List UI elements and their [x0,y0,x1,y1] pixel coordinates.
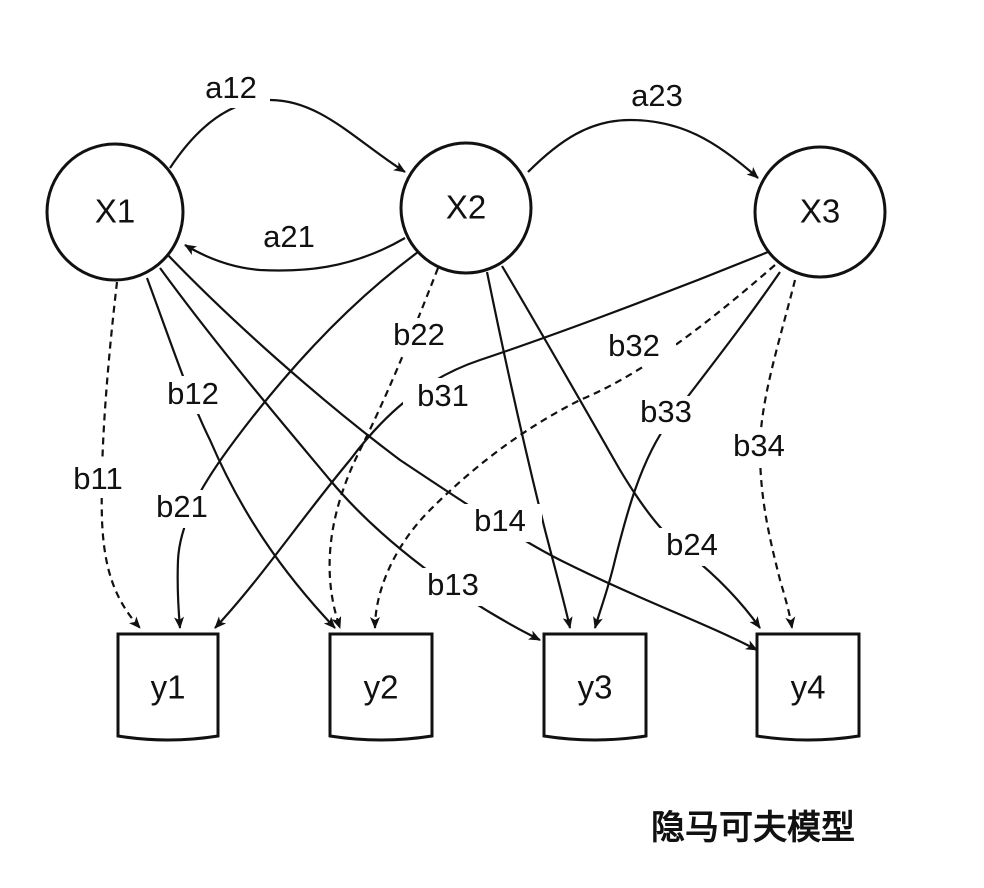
label-b34: b34 [733,428,785,463]
diagram-caption: 隐马可夫模型 [651,808,855,848]
node-x2-label: X2 [446,189,486,226]
label-b14: b14 [474,503,526,538]
edge-a12 [169,98,406,173]
node-x3: X3 [753,145,887,279]
node-y2: y2 [328,632,434,742]
label-b11: b11 [73,461,122,496]
label-a12: a12 [205,70,257,105]
label-b24: b24 [666,527,718,562]
edge-b11 [100,281,141,629]
node-x1: X1 [45,142,185,282]
node-x3-label: X3 [800,193,840,230]
node-y1-label: y1 [151,669,186,706]
label-a21: a21 [263,219,315,254]
node-y4-label: y4 [791,669,826,706]
node-y3: y3 [542,632,648,742]
node-y1: y1 [116,632,220,742]
edge-labels: a12 a21 a23 b11 b12 b13 b14 b21 b22 b24 … [60,70,801,606]
label-b22: b22 [393,317,445,352]
label-b31: b31 [417,378,469,413]
hmm-diagram: X1 X2 X3 y1 y2 y3 y4 a12 a21 a23 b11 b12 [45,70,887,742]
label-a23: a23 [631,78,683,113]
label-b32: b32 [608,328,660,363]
node-x2: X2 [399,141,533,275]
node-y4: y4 [755,632,861,742]
node-x1-label: X1 [95,193,135,230]
edge-a23 [527,118,759,179]
edge-b23 [485,271,573,629]
node-y2-label: y2 [364,669,399,706]
label-b12: b12 [167,376,219,411]
label-b13: b13 [427,567,479,602]
label-b21: b21 [156,489,208,524]
node-y3-label: y3 [578,669,613,706]
label-b33: b33 [640,394,692,429]
